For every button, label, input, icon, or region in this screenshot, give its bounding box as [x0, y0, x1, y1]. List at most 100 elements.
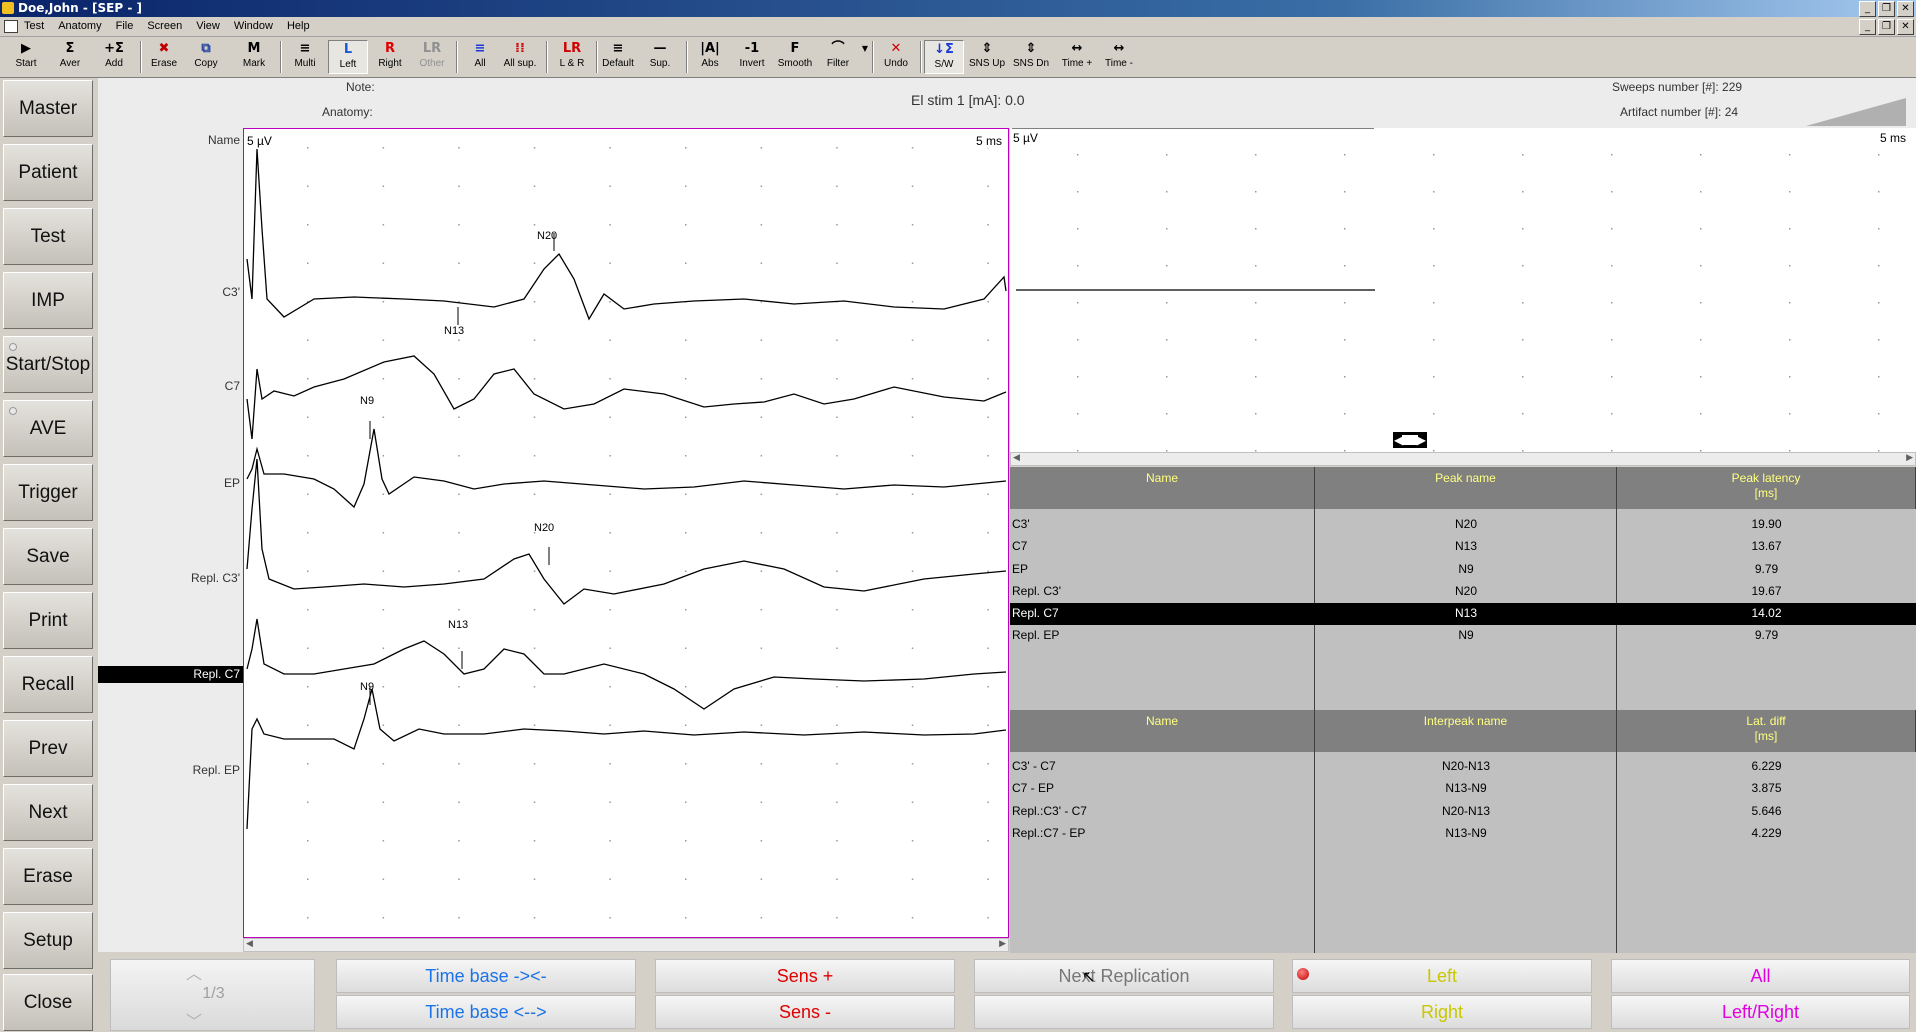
- imp-button[interactable]: IMP: [3, 272, 93, 329]
- patient-button[interactable]: Patient: [3, 144, 93, 201]
- child-minimize-icon[interactable]: _: [1859, 19, 1876, 35]
- invert-button[interactable]: -1 Invert: [732, 40, 772, 74]
- peak-marker-label[interactable]: N13: [448, 619, 468, 631]
- all-sup-button[interactable]: ⁞⁞ All sup.: [500, 40, 540, 74]
- menu-anatomy[interactable]: Anatomy: [58, 20, 101, 32]
- table-cell[interactable]: N20-N13: [1315, 801, 1617, 822]
- right-button[interactable]: R Right: [370, 40, 410, 74]
- trace-label[interactable]: Repl. C3': [191, 571, 240, 585]
- sens-plus-button[interactable]: Sens +: [655, 959, 955, 993]
- print-button[interactable]: Print: [3, 592, 93, 649]
- menu-screen[interactable]: Screen: [147, 20, 182, 32]
- close-button[interactable]: Close: [3, 974, 93, 1031]
- time-base-compress-button[interactable]: Time base -><-: [336, 959, 636, 993]
- table-cell[interactable]: 14.02: [1617, 603, 1916, 624]
- table-cell[interactable]: Repl. EP: [1012, 625, 1059, 646]
- menu-window[interactable]: Window: [234, 20, 273, 32]
- table-cell[interactable]: N13-N9: [1315, 823, 1617, 844]
- mark-button[interactable]: M Mark: [234, 40, 274, 74]
- time-base-expand-button[interactable]: Time base <-->: [336, 995, 636, 1029]
- table-cell[interactable]: N13: [1315, 603, 1617, 624]
- scroll-left-icon[interactable]: ◀: [1013, 452, 1020, 463]
- page-navigator[interactable]: ◀ ▶: [1393, 432, 1427, 448]
- table-cell[interactable]: 9.79: [1617, 625, 1916, 646]
- document-icon[interactable]: [4, 20, 18, 33]
- empty-button[interactable]: [974, 995, 1274, 1029]
- page-up-icon[interactable]: ︿: [186, 960, 202, 984]
- table-cell[interactable]: N13: [1315, 536, 1617, 557]
- right-side-button[interactable]: Right: [1292, 995, 1592, 1029]
- table-cell[interactable]: Repl. C7: [1012, 603, 1059, 624]
- start-stop-button[interactable]: Start/Stop: [3, 336, 93, 393]
- table-cell[interactable]: 5.646: [1617, 801, 1916, 822]
- sens-minus-button[interactable]: Sens -: [655, 995, 955, 1029]
- table-cell[interactable]: N20: [1315, 581, 1617, 602]
- start-button[interactable]: ▶ Start: [6, 40, 46, 74]
- table-cell[interactable]: N9: [1315, 559, 1617, 580]
- recall-button[interactable]: Recall: [3, 656, 93, 713]
- copy-button[interactable]: ⧉ Copy: [186, 40, 226, 74]
- peak-marker-label[interactable]: N9: [360, 395, 374, 407]
- left-button[interactable]: L Left: [328, 40, 368, 74]
- table-cell[interactable]: 3.875: [1617, 778, 1916, 799]
- trace-label[interactable]: Repl. EP: [193, 763, 240, 777]
- trace-label[interactable]: C3': [222, 285, 240, 299]
- left-side-button[interactable]: Left: [1292, 959, 1592, 993]
- horizontal-scrollbar-left[interactable]: ◀ ▶: [243, 938, 1009, 952]
- peak-marker-label[interactable]: N13: [444, 325, 464, 337]
- all-button[interactable]: ≡ All: [460, 40, 500, 74]
- default-button[interactable]: ≡ Default: [598, 40, 638, 74]
- menu-file[interactable]: File: [116, 20, 134, 32]
- table-cell[interactable]: Repl.:C3' - C7: [1012, 801, 1087, 822]
- smooth-button[interactable]: F Smooth: [774, 40, 816, 74]
- trace-label[interactable]: EP: [224, 476, 240, 490]
- peak-marker-label[interactable]: N20: [534, 522, 554, 534]
- abs-button[interactable]: |A| Abs: [690, 40, 730, 74]
- trigger-button[interactable]: Trigger: [3, 464, 93, 521]
- sw-button[interactable]: ↓Σ S/W: [924, 40, 964, 74]
- menu-help[interactable]: Help: [287, 20, 310, 32]
- table-cell[interactable]: C3' - C7: [1012, 756, 1056, 777]
- ave-button[interactable]: AVE: [3, 400, 93, 457]
- scroll-left-icon[interactable]: ◀: [246, 938, 253, 949]
- add-button[interactable]: +Σ Add: [94, 40, 134, 74]
- lr-button[interactable]: LR L & R: [552, 40, 592, 74]
- all-side-button[interactable]: All: [1611, 959, 1910, 993]
- menu-view[interactable]: View: [196, 20, 220, 32]
- table-cell[interactable]: 19.90: [1617, 514, 1916, 535]
- multi-button[interactable]: ≡ Multi: [286, 40, 324, 74]
- child-close-icon[interactable]: ✕: [1897, 19, 1914, 35]
- sns-up-button[interactable]: ⇕ SNS Up: [966, 40, 1008, 74]
- master-button[interactable]: Master: [3, 80, 93, 137]
- peak-marker-label[interactable]: N20: [537, 230, 557, 242]
- aver-button[interactable]: Σ Aver: [50, 40, 90, 74]
- close-icon[interactable]: ✕: [1897, 1, 1914, 17]
- time-minus-button[interactable]: ↔ Time -: [1098, 40, 1140, 74]
- left-right-button[interactable]: Left/Right: [1611, 995, 1910, 1029]
- trace-label-selected[interactable]: Repl. C7: [98, 666, 244, 683]
- page-down-icon[interactable]: ﹀: [186, 1008, 202, 1032]
- trace-label[interactable]: C7: [225, 379, 240, 393]
- table-cell[interactable]: N13-N9: [1315, 778, 1617, 799]
- setup-button[interactable]: Setup: [3, 912, 93, 969]
- scroll-right-icon[interactable]: ▶: [999, 938, 1006, 949]
- prev-button[interactable]: Prev: [3, 720, 93, 777]
- table-cell[interactable]: C7: [1012, 536, 1027, 557]
- table-cell[interactable]: 13.67: [1617, 536, 1916, 557]
- erase-button[interactable]: ✖ Erase: [144, 40, 184, 74]
- table-cell[interactable]: C7 - EP: [1012, 778, 1054, 799]
- table-cell[interactable]: Repl. C3': [1012, 581, 1061, 602]
- table-cell[interactable]: N9: [1315, 625, 1617, 646]
- menu-test[interactable]: Test: [24, 20, 44, 32]
- page-pager[interactable]: ︿ 1/3 ﹀: [110, 959, 315, 1031]
- filter-button[interactable]: ⌒ Filter: [818, 40, 858, 74]
- waveform-plot-right[interactable]: 5 µV 5 ms: [1010, 127, 1916, 452]
- test-button[interactable]: Test: [3, 208, 93, 265]
- nav-thumb[interactable]: [1402, 435, 1418, 445]
- erase-side-button[interactable]: Erase: [3, 848, 93, 905]
- waveform-plot-left[interactable]: 5 µV 5 ms N20 N13 N9 N20 N13 N9: [243, 128, 1009, 938]
- save-button[interactable]: Save: [3, 528, 93, 585]
- table-cell[interactable]: 6.229: [1617, 756, 1916, 777]
- table-cell[interactable]: C3': [1012, 514, 1030, 535]
- child-restore-icon[interactable]: ❐: [1878, 19, 1895, 35]
